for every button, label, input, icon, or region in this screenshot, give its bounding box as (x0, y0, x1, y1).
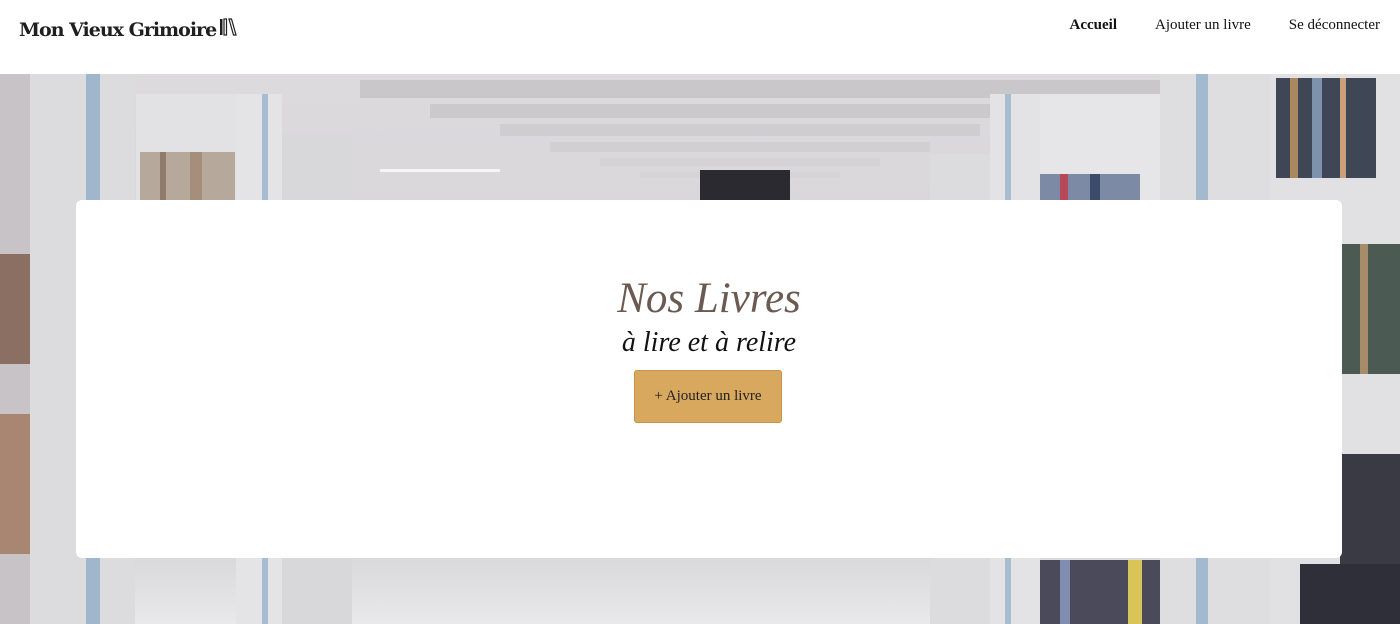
hero-card: Nos Livres à lire et à relire + Ajouter … (76, 200, 1342, 558)
logo-text: Mon Vieux Grimoire (19, 18, 217, 41)
add-book-button[interactable]: + Ajouter un livre (634, 370, 782, 423)
page-subtitle: à lire et à relire (621, 327, 797, 358)
nav-logout[interactable]: Se déconnecter (1289, 17, 1380, 34)
nav-home[interactable]: Accueil (1070, 17, 1117, 34)
nav-add-book[interactable]: Ajouter un livre (1155, 17, 1251, 34)
page-title: Nos Livres (617, 275, 801, 322)
logo[interactable]: Mon Vieux Grimoire (19, 18, 237, 41)
main-nav: Accueil Ajouter un livre Se déconnecter (1032, 17, 1381, 34)
hero-section: Nos Livres à lire et à relire + Ajouter … (0, 74, 1400, 624)
site-header: Mon Vieux Grimoire Accueil Ajouter un li… (0, 0, 1400, 74)
books-icon (219, 18, 237, 41)
